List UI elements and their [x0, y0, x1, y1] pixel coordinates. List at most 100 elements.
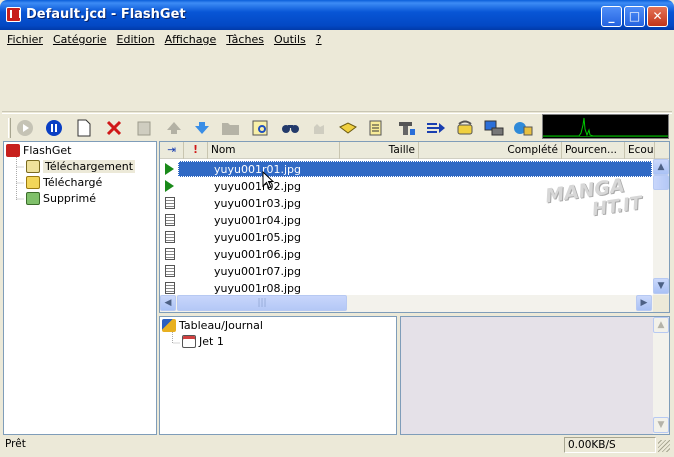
options-icon[interactable] — [337, 117, 359, 139]
network-icon[interactable] — [483, 117, 505, 139]
table-row[interactable]: yuyu001r08.jpg — [160, 280, 652, 296]
menu-fichier[interactable]: Fichier — [2, 30, 48, 46]
file-name: yuyu001r02.jpg — [214, 180, 301, 193]
tree-item-telecharge[interactable]: Téléchargé — [26, 176, 102, 189]
scroll-down-button[interactable]: ▼ — [653, 278, 669, 294]
priority-column-header[interactable]: ! — [184, 142, 208, 159]
open-folder-icon[interactable] — [220, 117, 242, 139]
priority-icon: ! — [193, 144, 198, 156]
file-name: yuyu001r01.jpg — [214, 163, 301, 176]
menu-taches[interactable]: Tâches — [221, 30, 269, 46]
queued-file-icon — [165, 248, 175, 260]
pin-icon: ⇥ — [167, 144, 176, 156]
download-list[interactable]: ⇥ ! Nom Taille Complété Pourcen... Ecou … — [159, 141, 670, 313]
queued-file-icon — [165, 231, 175, 243]
tree-item-supprime[interactable]: Supprimé — [26, 192, 96, 205]
batch-icon[interactable] — [425, 117, 447, 139]
column-complete[interactable]: Complété — [419, 142, 562, 159]
column-pourcentage[interactable]: Pourcen... — [562, 142, 625, 159]
status-text: Prêt — [5, 438, 26, 450]
table-row[interactable]: yuyu001r05.jpg — [160, 229, 652, 246]
category-tree[interactable]: FlashGet Téléchargement Téléchargé Suppr… — [3, 141, 157, 435]
status-bar: Prêt 0.00KB/S — [2, 436, 672, 455]
properties-icon[interactable] — [133, 117, 155, 139]
menu-bar: Fichier Catégorie Edition Affichage Tâches Ou… — [2, 30, 672, 49]
move-down-icon[interactable] — [191, 117, 213, 139]
rebar-area — [2, 50, 672, 112]
chevron-up-icon: ▲ — [657, 162, 665, 172]
column-taille[interactable]: Taille — [340, 142, 419, 159]
chevron-left-icon: ◀ — [164, 298, 172, 308]
file-name: yuyu001r05.jpg — [214, 231, 301, 244]
maximize-button[interactable]: □ — [624, 6, 645, 27]
grip-icon: ||| — [257, 298, 267, 308]
log-icon[interactable] — [366, 117, 388, 139]
flashget-app-icon — [6, 7, 21, 22]
new-icon[interactable] — [73, 117, 95, 139]
file-name: yuyu001r06.jpg — [214, 248, 301, 261]
delete-icon[interactable] — [103, 117, 125, 139]
menu-categorie[interactable]: Catégorie — [48, 30, 112, 46]
log-detail-pane: ▲ ▼ — [400, 316, 670, 435]
scroll-left-button[interactable]: ◀ — [160, 295, 176, 311]
list-horizontal-scrollbar[interactable]: ◀ ||| ▶ — [160, 295, 653, 312]
close-icon: ✕ — [652, 9, 663, 23]
log-tree-lines — [172, 332, 180, 344]
open-file-icon[interactable] — [250, 117, 272, 139]
move-up-icon[interactable] — [163, 117, 185, 139]
log-root-label: Tableau/Journal — [179, 319, 263, 332]
site-icon[interactable] — [396, 117, 418, 139]
column-ecoule[interactable]: Ecou — [625, 142, 655, 159]
minimize-button[interactable]: _ — [601, 6, 622, 27]
minimize-icon: _ — [608, 9, 615, 23]
menu-edition[interactable]: Edition — [112, 30, 160, 46]
queued-file-icon — [165, 265, 175, 277]
resize-grip-icon[interactable] — [658, 440, 670, 452]
start-icon[interactable] — [14, 117, 36, 139]
title-bar[interactable]: Default.jcd - FlashGet _ □ ✕ — [0, 0, 674, 30]
table-row[interactable]: yuyu001r01.jpg — [160, 161, 652, 178]
list-vertical-scrollbar[interactable]: ▲ ▼ — [653, 159, 669, 295]
log-item-label: Jet 1 — [199, 335, 224, 348]
pin-column-header[interactable]: ⇥ — [160, 142, 184, 159]
pause-icon[interactable] — [43, 117, 65, 139]
speed-graph-line — [543, 117, 668, 137]
file-name: yuyu001r03.jpg — [214, 197, 301, 210]
maximize-icon: □ — [628, 9, 641, 23]
menu-help[interactable]: ? — [311, 30, 327, 46]
dial-icon[interactable] — [454, 117, 476, 139]
log-scroll-down-button[interactable]: ▼ — [653, 417, 669, 433]
chevron-down-icon: ▼ — [657, 420, 665, 430]
menu-affichage[interactable]: Affichage — [160, 30, 222, 46]
log-tree[interactable]: Tableau/Journal Jet 1 — [159, 316, 397, 435]
running-icon — [165, 163, 175, 175]
column-nom[interactable]: Nom — [208, 142, 340, 159]
log-scroll-up-button[interactable]: ▲ — [653, 317, 669, 333]
queued-file-icon — [165, 282, 175, 294]
log-vertical-scrollbar[interactable]: ▲ ▼ — [653, 317, 669, 434]
chevron-down-icon: ▼ — [657, 281, 665, 291]
tree-item-label: Supprimé — [43, 192, 96, 205]
chevron-right-icon: ▶ — [640, 298, 648, 308]
table-row[interactable]: yuyu001r07.jpg — [160, 263, 652, 280]
menu-outils[interactable]: Outils — [269, 30, 311, 46]
window-title: Default.jcd - FlashGet — [26, 7, 186, 22]
table-row[interactable]: yuyu001r06.jpg — [160, 246, 652, 263]
status-speed: 0.00KB/S — [564, 437, 656, 453]
close-button[interactable]: ✕ — [647, 6, 668, 27]
toolbar-grip[interactable] — [8, 118, 11, 138]
horizontal-scroll-thumb[interactable]: ||| — [177, 295, 347, 311]
tree-item-telechargement[interactable]: Téléchargement — [26, 160, 136, 173]
running-icon — [165, 180, 175, 192]
tree-lines — [16, 157, 24, 200]
find-icon[interactable] — [280, 117, 302, 139]
hand-icon[interactable] — [308, 117, 330, 139]
globe-icon[interactable] — [512, 117, 534, 139]
queued-file-icon — [165, 197, 175, 209]
file-name: yuyu001r07.jpg — [214, 265, 301, 278]
table-row[interactable]: yuyu001r04.jpg — [160, 212, 652, 229]
scroll-right-button[interactable]: ▶ — [636, 295, 652, 311]
file-name: yuyu001r04.jpg — [214, 214, 301, 227]
vertical-scroll-thumb[interactable] — [653, 175, 669, 190]
scroll-up-button[interactable]: ▲ — [653, 159, 669, 175]
